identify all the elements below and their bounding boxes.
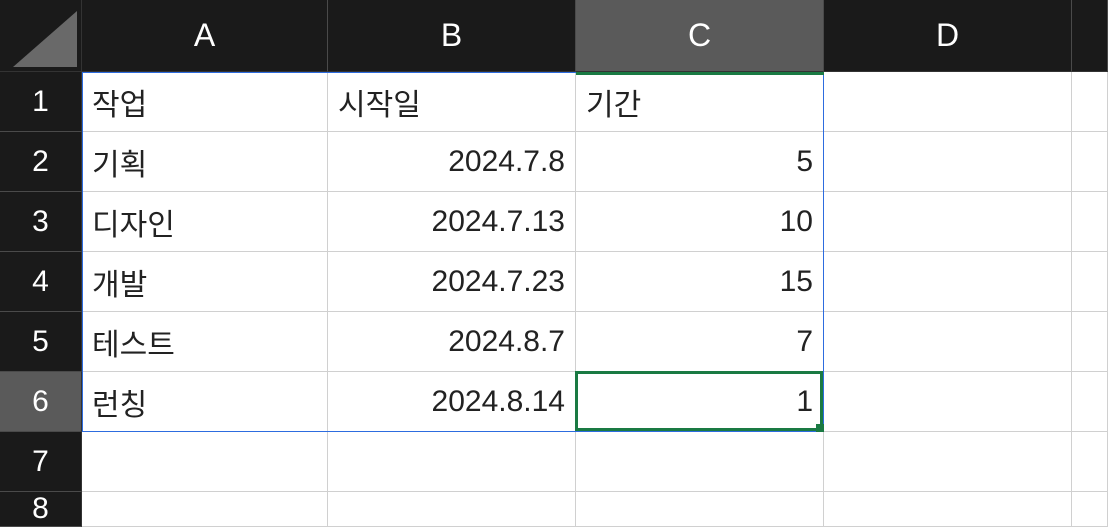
cell-B5[interactable]: 2024.8.7 xyxy=(328,312,576,372)
row-header-8[interactable]: 8 xyxy=(0,492,82,527)
cell-C2[interactable]: 5 xyxy=(576,132,824,192)
cell-D2[interactable] xyxy=(824,132,1072,192)
cell-C4[interactable]: 15 xyxy=(576,252,824,312)
cell-B7[interactable] xyxy=(328,432,576,492)
cell-C7[interactable] xyxy=(576,432,824,492)
row-header-2[interactable]: 2 xyxy=(0,132,82,192)
cell-A3[interactable]: 디자인 xyxy=(82,192,328,252)
col-header-A[interactable]: A xyxy=(82,0,328,72)
cell-E5-partial[interactable] xyxy=(1072,312,1108,372)
spreadsheet-grid: A B C D 1 작업 시작일 기간 2 기획 2024.7.8 5 3 디자… xyxy=(0,0,1108,527)
select-all-corner[interactable] xyxy=(0,0,82,72)
cell-E8-partial[interactable] xyxy=(1072,492,1108,527)
cell-C3[interactable]: 10 xyxy=(576,192,824,252)
cell-B4[interactable]: 2024.7.23 xyxy=(328,252,576,312)
cell-B3[interactable]: 2024.7.13 xyxy=(328,192,576,252)
cell-A5[interactable]: 테스트 xyxy=(82,312,328,372)
cell-C1[interactable]: 기간 xyxy=(576,72,824,132)
cell-D7[interactable] xyxy=(824,432,1072,492)
cell-E4-partial[interactable] xyxy=(1072,252,1108,312)
cell-E6-partial[interactable] xyxy=(1072,372,1108,432)
cell-C6[interactable]: 1 xyxy=(576,372,824,432)
cell-B2[interactable]: 2024.7.8 xyxy=(328,132,576,192)
col-header-C[interactable]: C xyxy=(576,0,824,72)
row-header-1[interactable]: 1 xyxy=(0,72,82,132)
cell-D4[interactable] xyxy=(824,252,1072,312)
cell-D1[interactable] xyxy=(824,72,1072,132)
cell-A4[interactable]: 개발 xyxy=(82,252,328,312)
row-header-6[interactable]: 6 xyxy=(0,372,82,432)
cell-B1[interactable]: 시작일 xyxy=(328,72,576,132)
cell-A7[interactable] xyxy=(82,432,328,492)
row-header-7[interactable]: 7 xyxy=(0,432,82,492)
cell-C8[interactable] xyxy=(576,492,824,527)
cell-E7-partial[interactable] xyxy=(1072,432,1108,492)
row-header-4[interactable]: 4 xyxy=(0,252,82,312)
cell-D8[interactable] xyxy=(824,492,1072,527)
cell-B8[interactable] xyxy=(328,492,576,527)
col-header-D[interactable]: D xyxy=(824,0,1072,72)
col-header-B[interactable]: B xyxy=(328,0,576,72)
select-all-triangle-icon xyxy=(13,11,77,67)
cell-E2-partial[interactable] xyxy=(1072,132,1108,192)
row-header-5[interactable]: 5 xyxy=(0,312,82,372)
cell-B6[interactable]: 2024.8.14 xyxy=(328,372,576,432)
cell-A8[interactable] xyxy=(82,492,328,527)
cell-E1-partial[interactable] xyxy=(1072,72,1108,132)
cell-D3[interactable] xyxy=(824,192,1072,252)
cell-D5[interactable] xyxy=(824,312,1072,372)
cell-A6[interactable]: 런칭 xyxy=(82,372,328,432)
col-header-E-partial[interactable] xyxy=(1072,0,1108,72)
row-header-3[interactable]: 3 xyxy=(0,192,82,252)
cell-D6[interactable] xyxy=(824,372,1072,432)
cell-E3-partial[interactable] xyxy=(1072,192,1108,252)
cell-A1[interactable]: 작업 xyxy=(82,72,328,132)
cell-C5[interactable]: 7 xyxy=(576,312,824,372)
cell-A2[interactable]: 기획 xyxy=(82,132,328,192)
